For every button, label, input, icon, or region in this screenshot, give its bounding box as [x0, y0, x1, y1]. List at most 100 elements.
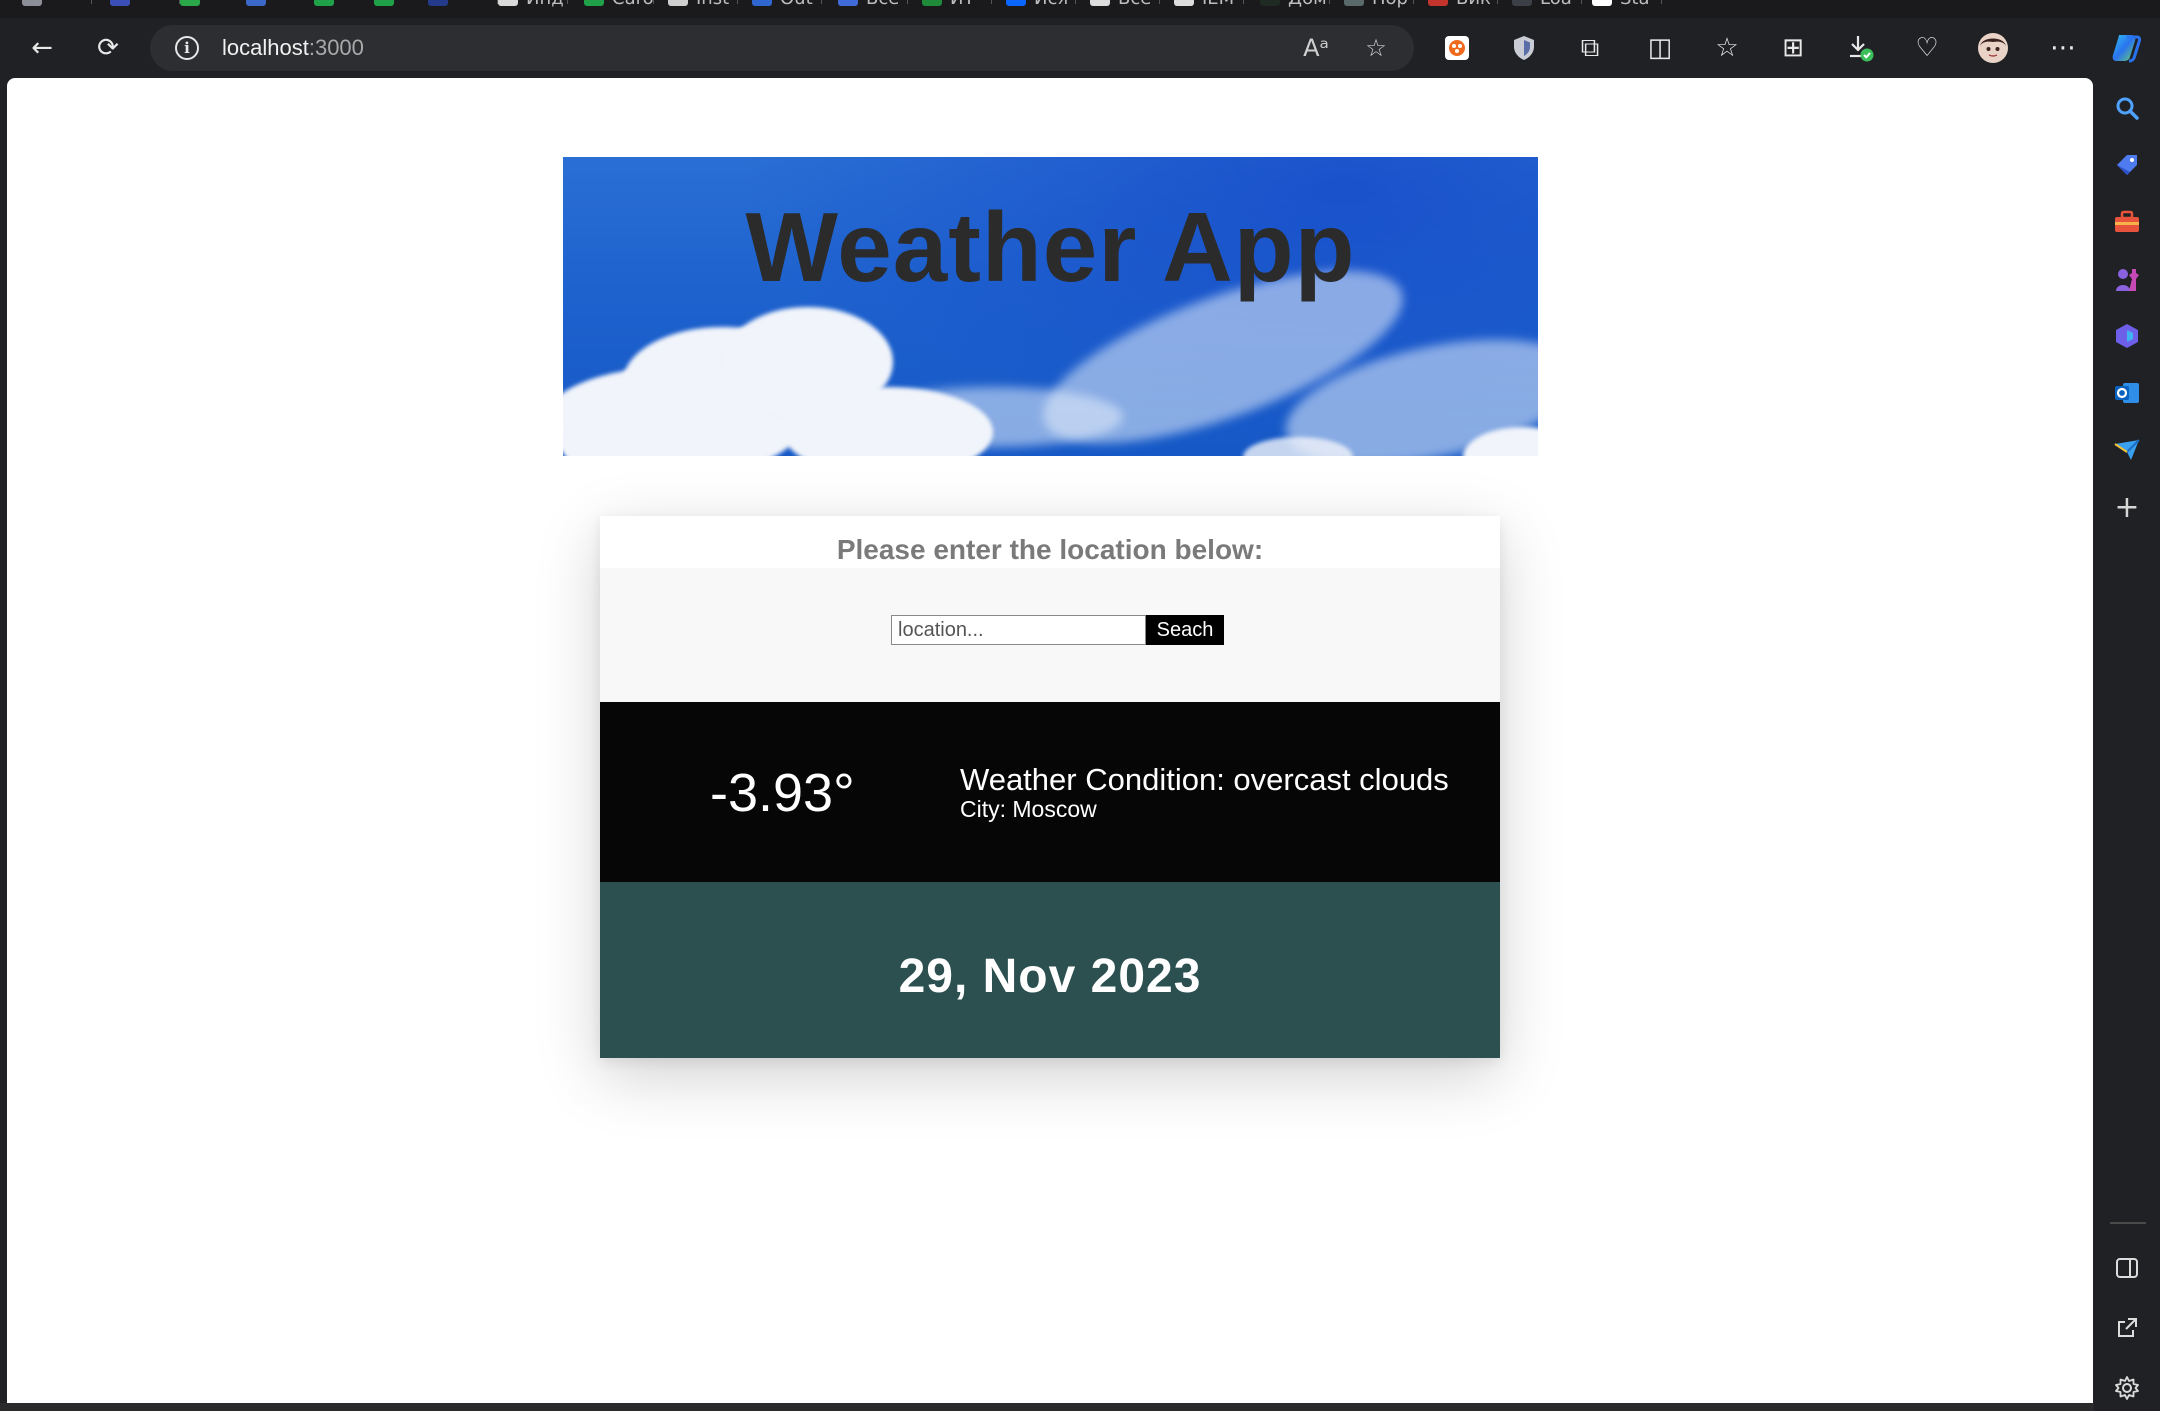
add-icon[interactable]: + — [2107, 487, 2147, 527]
tab-favicon-icon — [584, 0, 604, 6]
tab-favicon-icon — [838, 0, 858, 6]
tab-favicon-icon — [1260, 0, 1280, 6]
tab-separator — [567, 0, 568, 4]
tab-separator — [821, 0, 822, 4]
tab-favicon-icon — [1006, 0, 1026, 6]
favorites-icon[interactable]: ☆ — [1707, 28, 1747, 68]
add-favorite-icon[interactable]: ☆ — [1359, 31, 1393, 65]
tab-favicon-icon — [498, 0, 518, 6]
sidebar-settings-icon[interactable] — [2107, 1368, 2147, 1408]
browser-essentials-icon[interactable]: ♡ — [1907, 28, 1947, 68]
weather-card: Please enter the location below: Seach -… — [600, 516, 1500, 1058]
extensions-icon[interactable]: ⧉ — [1570, 28, 1610, 68]
location-input[interactable] — [891, 615, 1146, 645]
shopping-tag-icon[interactable] — [2107, 145, 2147, 185]
edge-sidebar: + — [2094, 78, 2160, 1411]
tab-favicon-icon — [1344, 0, 1364, 6]
tab-separator — [1243, 0, 1244, 4]
tab-separator — [991, 0, 992, 4]
tab-favicon-icon — [180, 0, 200, 6]
hide-sidebar-icon[interactable] — [2107, 1248, 2147, 1288]
browser-tab[interactable] — [10, 0, 92, 14]
tab-label: Out — [780, 0, 813, 9]
shield-extension-icon[interactable] — [1504, 28, 1544, 68]
browser-tab[interactable]: Sta — [1580, 0, 1662, 14]
tab-favicon-icon — [374, 0, 394, 6]
tab-favicon-icon — [668, 0, 688, 6]
url-host: localhost — [222, 35, 309, 60]
url-port: :3000 — [308, 35, 364, 60]
copilot-sidebar-icon[interactable] — [2107, 316, 2147, 356]
tab-separator — [1413, 0, 1414, 4]
tab-label: Вик — [1456, 0, 1491, 9]
read-aloud-icon[interactable]: Aᵃ — [1299, 31, 1333, 65]
open-external-icon[interactable] — [2107, 1308, 2147, 1348]
browser-tab[interactable]: Out — [740, 0, 822, 14]
tab-favicon-icon — [1090, 0, 1110, 6]
reload-icon[interactable]: ⟳ — [88, 28, 128, 68]
location-prompt: Please enter the location below: — [836, 534, 1264, 565]
browser-tab[interactable]: Дом — [1248, 0, 1330, 14]
tab-favicon-icon — [22, 0, 42, 6]
extension-orange-icon[interactable] — [1437, 28, 1477, 68]
browser-tab[interactable]: Все — [1078, 0, 1160, 14]
temperature: -3.93° — [710, 763, 855, 823]
browser-tab[interactable]: Inst — [656, 0, 738, 14]
browser-tab[interactable]: Caro — [572, 0, 654, 14]
tab-favicon-icon — [1174, 0, 1194, 6]
tab-favicon-icon — [1512, 0, 1532, 6]
split-screen-icon[interactable]: ◫ — [1640, 28, 1680, 68]
tab-separator — [1329, 0, 1330, 4]
collections-icon[interactable]: ⊞ — [1773, 28, 1813, 68]
tools-icon[interactable] — [2107, 202, 2147, 242]
browser-tab[interactable]: Вик — [1416, 0, 1498, 14]
tab-label: Sta — [1620, 0, 1650, 9]
browser-tab[interactable]: IEM — [1162, 0, 1244, 14]
search-icon[interactable] — [2107, 88, 2147, 128]
address-bar[interactable]: i localhost:3000 Aᵃ ☆ — [150, 25, 1414, 71]
tab-separator — [737, 0, 738, 4]
card-header: Please enter the location below: — [600, 516, 1500, 568]
send-icon[interactable] — [2107, 430, 2147, 470]
copilot-icon[interactable] — [2106, 28, 2146, 68]
site-info-icon[interactable]: i — [175, 36, 199, 60]
tab-separator — [653, 0, 654, 4]
bottom-frame — [0, 1403, 2094, 1411]
downloads-icon[interactable] — [1840, 28, 1880, 68]
tab-favicon-icon — [752, 0, 772, 6]
url-text[interactable]: localhost:3000 — [222, 35, 364, 61]
search-form: Seach — [600, 568, 1500, 702]
browser-tab[interactable]: Loa — [1500, 0, 1582, 14]
tab-favicon-icon — [110, 0, 130, 6]
tab-favicon-icon — [314, 0, 334, 6]
weather-panel: -3.93° Weather Condition: overcast cloud… — [600, 702, 1500, 882]
tab-label: Inst — [696, 0, 729, 9]
games-icon[interactable] — [2107, 259, 2147, 299]
browser-tab[interactable]: ИТ — [910, 0, 992, 14]
tab-label: Нор — [1372, 0, 1408, 9]
tab-label: Caro — [612, 0, 654, 9]
back-icon[interactable]: ← — [22, 28, 62, 68]
browser-tab[interactable]: Инд — [486, 0, 568, 14]
tab-favicon-icon — [1592, 0, 1612, 6]
browser-tab[interactable]: Нор — [1332, 0, 1414, 14]
profile-avatar[interactable] — [1973, 28, 2013, 68]
tab-label: Ися — [1034, 0, 1068, 9]
tab-separator — [907, 0, 908, 4]
tab-favicon-icon — [1428, 0, 1448, 6]
search-button[interactable]: Seach — [1146, 615, 1224, 645]
settings-more-icon[interactable]: ⋯ — [2043, 28, 2083, 68]
tab-label: ИТ — [950, 0, 974, 9]
tab-favicon-icon — [246, 0, 266, 6]
sidebar-divider — [2110, 1222, 2146, 1224]
tab-separator — [1159, 0, 1160, 4]
tab-label: Все — [1118, 0, 1151, 9]
outlook-icon[interactable] — [2107, 373, 2147, 413]
browser-tab[interactable]: Ися — [994, 0, 1076, 14]
tab-label: Дом — [1288, 0, 1327, 9]
browser-tab[interactable]: Все — [826, 0, 908, 14]
tab-strip: Инд Caro Inst Out Все ИТ Ися Все IEM Дом Нор Вик Loa… — [0, 0, 2160, 18]
tab-separator — [1075, 0, 1076, 4]
tab-favicon-icon — [428, 0, 448, 6]
tab-separator — [1497, 0, 1498, 4]
